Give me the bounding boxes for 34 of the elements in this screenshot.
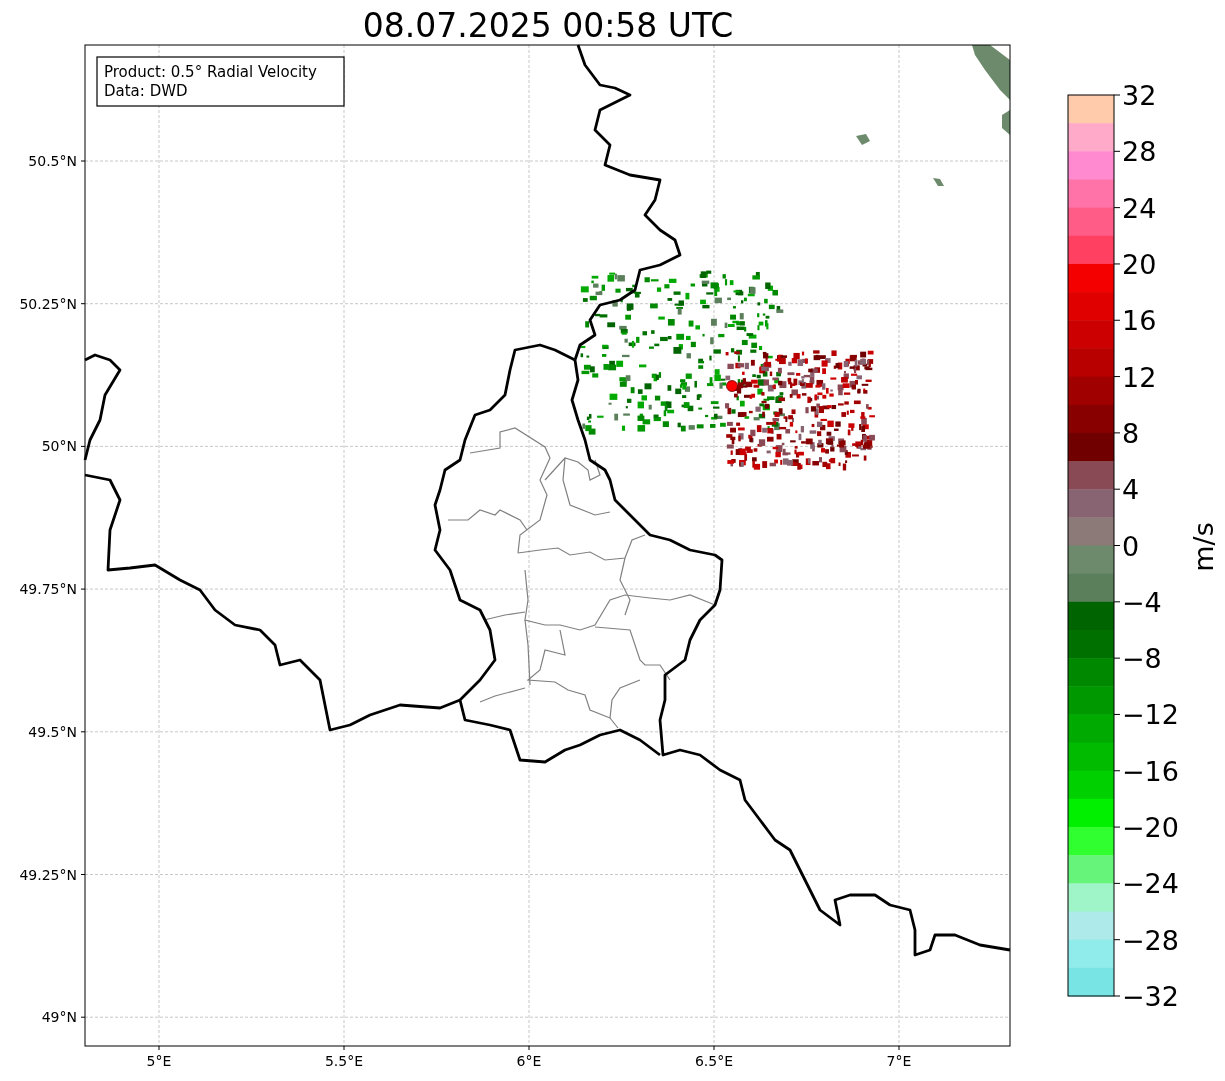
chart-title: 08.07.2025 00:58 UTC xyxy=(362,6,734,45)
radar-site-marker xyxy=(726,380,738,392)
longitude-label: 5°E xyxy=(146,1053,172,1069)
colorbar-tick-label: −4 xyxy=(1122,586,1162,618)
colorbar-tick-label: 16 xyxy=(1122,305,1157,337)
longitude-label: 7°E xyxy=(886,1053,912,1069)
colorbar-tick-label: −24 xyxy=(1122,868,1179,900)
latitude-label: 49.75°N xyxy=(19,581,77,598)
colorbar-tick-label: −12 xyxy=(1122,699,1179,731)
legend-text: Product: 0.5° Radial Velocity xyxy=(104,63,317,81)
colorbar-tick-label: 20 xyxy=(1122,248,1157,280)
latitude-label: 49.25°N xyxy=(19,866,77,883)
colorbar-tick-label: 8 xyxy=(1122,417,1140,449)
colorbar-title: m/s xyxy=(1188,522,1219,572)
longitude-label: 6.5°E xyxy=(694,1053,734,1069)
latitude-label: 50.5°N xyxy=(28,153,77,169)
latitude-label: 50°N xyxy=(41,438,77,455)
colorbar-tick-label: −28 xyxy=(1122,924,1179,956)
latitude-label: 50.25°N xyxy=(19,295,77,312)
colorbar-tick-label: 28 xyxy=(1122,136,1157,168)
longitude-label: 6°E xyxy=(516,1053,542,1069)
legend-text: Data: DWD xyxy=(104,82,188,100)
colorbar-tick-label: 24 xyxy=(1122,192,1157,224)
colorbar-tick-label: −20 xyxy=(1122,812,1179,844)
latitude-label: 49.5°N xyxy=(28,723,77,740)
colorbar-tick-label: 32 xyxy=(1122,80,1157,111)
colorbar-tick-label: −32 xyxy=(1122,981,1179,1012)
colorbar-tick-label: 4 xyxy=(1122,474,1140,506)
colorbar-tick-label: −8 xyxy=(1122,643,1162,675)
colorbar-tick-label: 0 xyxy=(1122,530,1140,562)
longitude-label: 5.5°E xyxy=(324,1053,364,1069)
colorbar-tick-label: −16 xyxy=(1122,755,1179,787)
latitude-label: 49°N xyxy=(41,1009,77,1026)
colorbar-tick-label: 12 xyxy=(1122,361,1157,393)
